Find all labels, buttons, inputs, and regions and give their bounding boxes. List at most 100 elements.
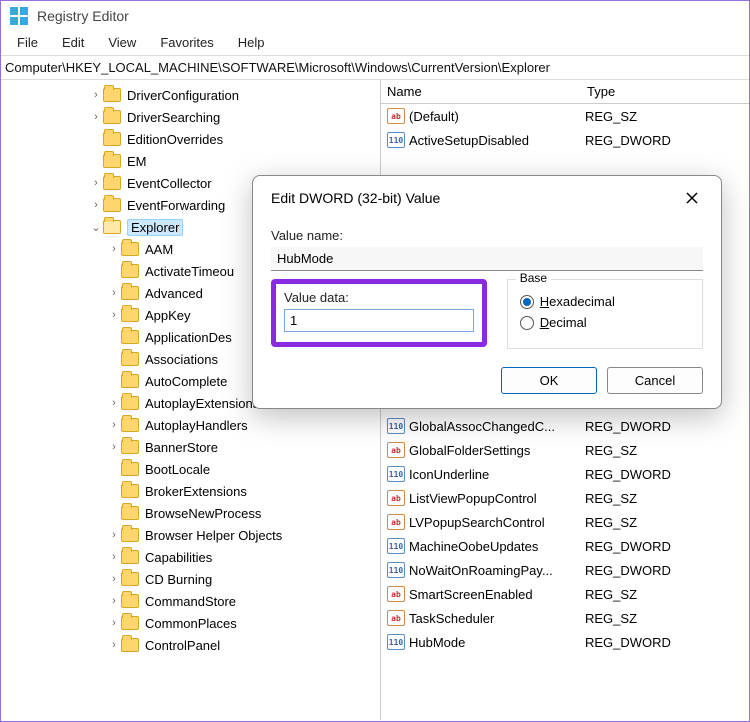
folder-icon	[121, 440, 139, 454]
ok-button[interactable]: OK	[501, 367, 597, 394]
tree-item[interactable]: BrokerExtensions	[1, 480, 378, 502]
value-name-label: Value name:	[271, 228, 703, 243]
value-type: REG_SZ	[585, 109, 637, 124]
value-row[interactable]: abGlobalFolderSettingsREG_SZ	[381, 438, 749, 462]
folder-icon	[121, 352, 139, 366]
value-row[interactable]: abListViewPopupControlREG_SZ	[381, 486, 749, 510]
tree-item-label: DriverSearching	[127, 110, 220, 125]
tree-item-label: BrowseNewProcess	[145, 506, 261, 521]
folder-icon	[121, 286, 139, 300]
tree-item[interactable]: ›Browser Helper Objects	[1, 524, 378, 546]
tree-item[interactable]: BootLocale	[1, 458, 378, 480]
chevron-down-icon[interactable]: ⌄	[89, 221, 103, 234]
reg-sz-icon: ab	[387, 514, 405, 530]
cancel-button[interactable]: Cancel	[607, 367, 703, 394]
reg-dword-icon: 110	[387, 418, 405, 434]
chevron-right-icon[interactable]: ›	[107, 529, 121, 541]
menu-file[interactable]: File	[7, 33, 48, 53]
tree-item[interactable]: › AutoplayHandlers	[1, 414, 378, 436]
value-type: REG_DWORD	[585, 635, 671, 650]
base-groupbox: Base Hexadecimal Decimal	[507, 279, 703, 349]
reg-sz-icon: ab	[387, 610, 405, 626]
tree-item[interactable]: ›Capabilities	[1, 546, 378, 568]
value-row[interactable]: 110NoWaitOnRoamingPay...REG_DWORD	[381, 558, 749, 582]
radio-hexadecimal[interactable]: Hexadecimal	[520, 294, 686, 309]
tree-item[interactable]: ›ControlPanel	[1, 634, 378, 656]
value-name: NoWaitOnRoamingPay...	[409, 563, 585, 578]
menu-bar: File Edit View Favorites Help	[1, 31, 749, 55]
tree-item[interactable]: BrowseNewProcess	[1, 502, 378, 524]
chevron-right-icon[interactable]: ›	[107, 243, 121, 255]
menu-help[interactable]: Help	[228, 33, 275, 53]
value-row[interactable]: 110IconUnderlineREG_DWORD	[381, 462, 749, 486]
tree-item[interactable]: › CommandStore	[1, 590, 378, 612]
tree-item-label: AutoplayExtensions	[145, 396, 259, 411]
tree-item-label: Associations	[145, 352, 218, 367]
value-data-label: Value data:	[284, 290, 474, 305]
tree-item-label: BannerStore	[145, 440, 218, 455]
reg-dword-icon: 110	[387, 538, 405, 554]
menu-view[interactable]: View	[98, 33, 146, 53]
tree-item[interactable]: ›CD Burning	[1, 568, 378, 590]
value-row[interactable]: 110HubModeREG_DWORD	[381, 630, 749, 654]
tree-item-label: CommandStore	[145, 594, 236, 609]
value-name: ActiveSetupDisabled	[409, 133, 585, 148]
chevron-right-icon[interactable]: ›	[107, 309, 121, 321]
chevron-right-icon[interactable]: ›	[89, 89, 103, 101]
chevron-right-icon[interactable]: ›	[107, 551, 121, 563]
list-header[interactable]: Name Type	[381, 80, 749, 104]
tree-item[interactable]: › BannerStore	[1, 436, 378, 458]
dialog-close-button[interactable]	[677, 186, 707, 210]
tree-item-label: BootLocale	[145, 462, 210, 477]
chevron-right-icon[interactable]: ›	[107, 639, 121, 651]
base-legend: Base	[516, 271, 551, 285]
tree-item[interactable]: ›CommonPlaces	[1, 612, 378, 634]
value-row[interactable]: 110MachineOobeUpdatesREG_DWORD	[381, 534, 749, 558]
value-row[interactable]: abTaskSchedulerREG_SZ	[381, 606, 749, 630]
chevron-right-icon[interactable]: ›	[107, 617, 121, 629]
folder-icon	[121, 264, 139, 278]
folder-icon	[121, 484, 139, 498]
tree-item-label: AutoplayHandlers	[145, 418, 248, 433]
folder-icon	[121, 330, 139, 344]
chevron-right-icon[interactable]: ›	[107, 397, 121, 409]
chevron-right-icon[interactable]: ›	[107, 287, 121, 299]
folder-icon	[121, 418, 139, 432]
chevron-right-icon[interactable]: ›	[107, 419, 121, 431]
chevron-right-icon[interactable]: ›	[89, 177, 103, 189]
value-row[interactable]: ab(Default)REG_SZ	[381, 104, 749, 128]
tree-item[interactable]: EditionOverrides	[1, 128, 378, 150]
value-type: REG_SZ	[585, 611, 637, 626]
menu-favorites[interactable]: Favorites	[150, 33, 223, 53]
tree-item-label: EventForwarding	[127, 198, 225, 213]
chevron-right-icon[interactable]: ›	[107, 441, 121, 453]
tree-item[interactable]: ›DriverConfiguration	[1, 84, 378, 106]
value-row[interactable]: abLVPopupSearchControlREG_SZ	[381, 510, 749, 534]
reg-sz-icon: ab	[387, 490, 405, 506]
tree-item[interactable]: › DriverSearching	[1, 106, 378, 128]
window-titlebar: Registry Editor	[1, 1, 749, 31]
value-row[interactable]: abSmartScreenEnabledREG_SZ	[381, 582, 749, 606]
col-header-type[interactable]: Type	[581, 84, 749, 99]
reg-sz-icon: ab	[387, 586, 405, 602]
radio-hex-input[interactable]	[520, 295, 534, 309]
col-header-name[interactable]: Name	[381, 84, 581, 99]
value-type: REG_SZ	[585, 587, 637, 602]
radio-dec-input[interactable]	[520, 316, 534, 330]
chevron-right-icon[interactable]: ›	[89, 111, 103, 123]
chevron-right-icon[interactable]: ›	[89, 199, 103, 211]
value-row[interactable]: 110GlobalAssocChangedC...REG_DWORD	[381, 414, 749, 438]
address-bar[interactable]: Computer\HKEY_LOCAL_MACHINE\SOFTWARE\Mic…	[1, 55, 749, 80]
radio-decimal[interactable]: Decimal	[520, 315, 686, 330]
value-name-field[interactable]	[271, 247, 703, 271]
chevron-right-icon[interactable]: ›	[107, 595, 121, 607]
value-data-input[interactable]	[284, 309, 474, 332]
value-name: HubMode	[409, 635, 585, 650]
tree-item-label: EM	[127, 154, 147, 169]
tree-item[interactable]: EM	[1, 150, 378, 172]
menu-edit[interactable]: Edit	[52, 33, 94, 53]
folder-icon	[121, 638, 139, 652]
value-row[interactable]: 110ActiveSetupDisabledREG_DWORD	[381, 128, 749, 152]
tree-item-label: BrokerExtensions	[145, 484, 247, 499]
chevron-right-icon[interactable]: ›	[107, 573, 121, 585]
